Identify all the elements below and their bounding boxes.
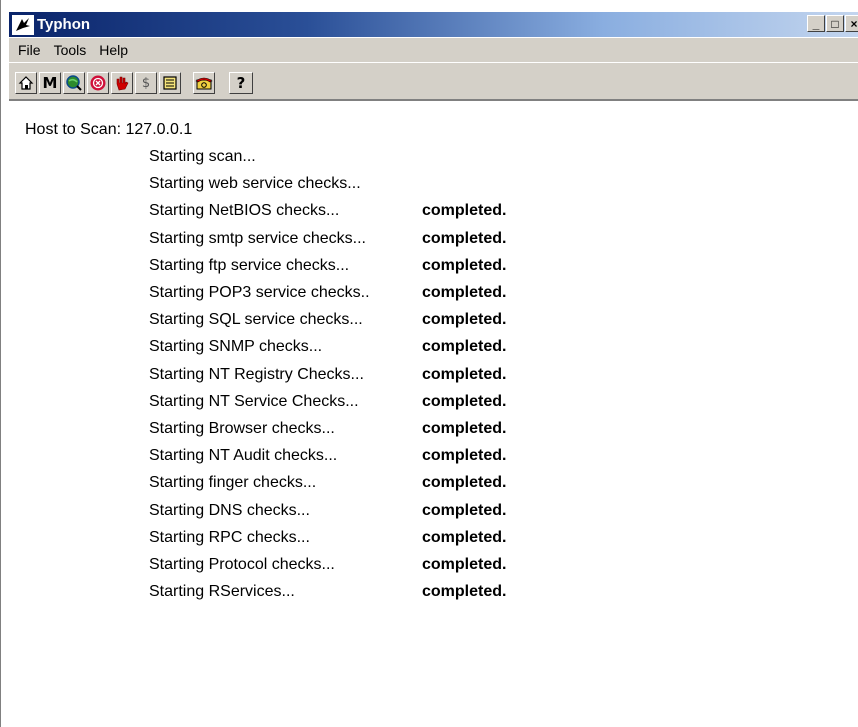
minimize-button[interactable]: _ xyxy=(807,15,825,32)
log-line-status: completed. xyxy=(422,392,507,410)
m-button[interactable]: M xyxy=(39,72,61,94)
dialer-button[interactable] xyxy=(193,72,215,94)
log-line-text: Starting NT Audit checks... xyxy=(149,447,338,465)
report-button[interactable] xyxy=(159,72,181,94)
log-line-status: completed. xyxy=(422,338,507,356)
window-title: Typhon xyxy=(37,16,91,33)
log-line-status: completed. xyxy=(422,365,507,383)
log-line-text: Starting Browser checks... xyxy=(149,420,335,437)
menu-bar: File Tools Help xyxy=(9,38,858,62)
log-line-status: completed. xyxy=(422,284,507,301)
m-letter-icon: M xyxy=(42,74,58,92)
title-bar[interactable]: Typhon _ □ × xyxy=(9,12,858,37)
log-line-text: Starting SQL service checks... xyxy=(149,311,363,329)
log-line-status: completed. xyxy=(422,528,507,546)
application-window: Typhon _ □ × File Tools Help M $ ? Host … xyxy=(0,0,858,727)
scan-globe-button[interactable] xyxy=(63,72,85,94)
log-line-text: Starting RServices... xyxy=(149,583,295,601)
scan-output-pane: Host to Scan: 127.0.0.1 Starting scan...… xyxy=(9,101,858,727)
toolbar: M $ ? xyxy=(9,63,858,101)
log-line-text: Starting RPC checks... xyxy=(149,528,310,546)
log-line-text: Starting POP3 service checks.. xyxy=(149,284,370,301)
cost-button[interactable]: $ xyxy=(135,72,157,94)
log-line-text: Starting Protocol checks... xyxy=(149,556,335,573)
log-line-status: completed. xyxy=(422,474,507,492)
stop-scan-button[interactable] xyxy=(87,72,109,94)
host-label: Host to Scan: xyxy=(25,121,122,138)
close-button[interactable]: × xyxy=(845,15,858,32)
log-line-text: Starting DNS checks... xyxy=(149,501,310,519)
log-line-text: Starting smtp service checks... xyxy=(149,229,366,247)
host-value: 127.0.0.1 xyxy=(125,121,193,138)
help-button[interactable]: ? xyxy=(229,72,253,94)
log-line-text: Starting ftp service checks... xyxy=(149,256,350,274)
log-line-text: Starting web service checks... xyxy=(149,175,361,193)
log-line-status: completed. xyxy=(422,420,507,437)
log-line-status: completed. xyxy=(422,202,507,220)
log-line-text: Starting NetBIOS checks... xyxy=(149,202,340,220)
log-line-status: completed. xyxy=(422,583,507,601)
log-line-text: Starting finger checks... xyxy=(149,474,317,492)
hand-stop-icon xyxy=(116,76,129,91)
log-line-status: completed. xyxy=(422,229,507,247)
menu-file[interactable]: File xyxy=(18,42,41,58)
log-line-text: Starting SNMP checks... xyxy=(149,338,323,356)
home-button[interactable] xyxy=(15,72,37,94)
log-line-status: completed. xyxy=(422,556,507,573)
menu-help[interactable]: Help xyxy=(99,42,128,58)
home-icon xyxy=(18,76,34,90)
stop-circle-icon xyxy=(90,75,106,91)
log-line-text: Starting scan... xyxy=(149,148,256,165)
log-line-status: completed. xyxy=(422,256,507,274)
host-to-scan-line: Host to Scan: 127.0.0.1 xyxy=(25,121,192,139)
dollar-icon: $ xyxy=(141,75,151,91)
phone-icon xyxy=(195,77,213,90)
document-list-icon xyxy=(163,76,177,90)
menu-tools[interactable]: Tools xyxy=(54,42,87,58)
log-line-status: completed. xyxy=(422,447,507,465)
log-line-status: completed. xyxy=(422,501,507,519)
app-logo-icon xyxy=(12,14,34,35)
log-line-text: Starting NT Registry Checks... xyxy=(149,365,364,383)
globe-search-icon xyxy=(66,75,82,91)
help-icon: ? xyxy=(236,74,246,92)
halt-button[interactable] xyxy=(111,72,133,94)
log-line-status: completed. xyxy=(422,311,507,329)
maximize-button[interactable]: □ xyxy=(826,15,844,32)
log-line-text: Starting NT Service Checks... xyxy=(149,392,359,410)
